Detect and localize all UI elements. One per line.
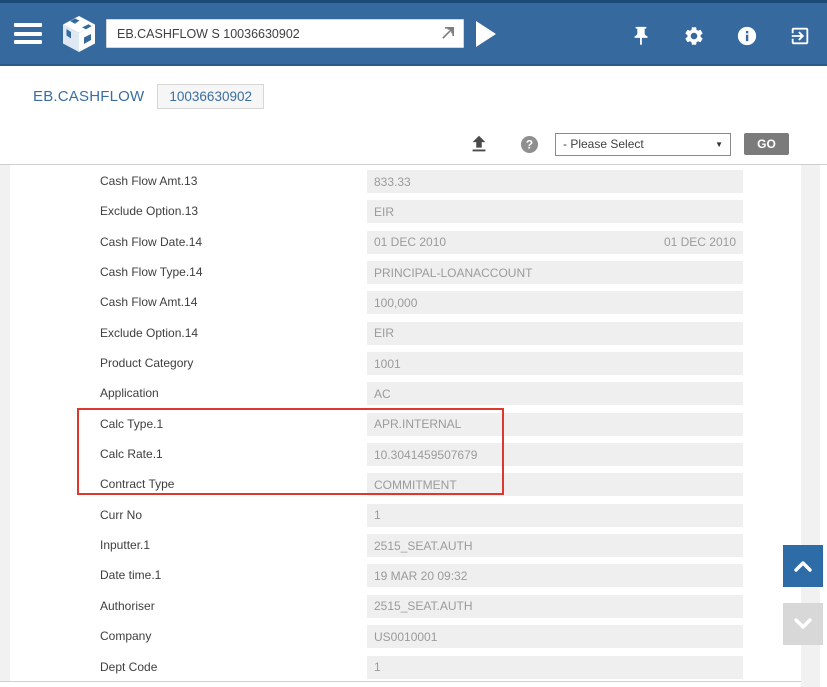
scroll-down-button[interactable] [783, 603, 823, 645]
field-value: 1 [374, 660, 381, 674]
field-value-cell: 1 [367, 656, 743, 679]
field-value: 10.3041459507679 [374, 448, 477, 462]
application-name: EB.CASHFLOW [33, 88, 144, 105]
field-value: 2515_SEAT.AUTH [374, 599, 473, 613]
record-toolbar: ? - Please Select ▼ GO [468, 131, 789, 157]
field-label: Dept Code [100, 656, 157, 679]
field-value: EIR [374, 326, 394, 340]
chevron-down-icon: ▼ [715, 140, 723, 149]
record-id-tab[interactable]: 10036630902 [157, 84, 264, 109]
action-select-value: - Please Select [563, 137, 644, 151]
field-row: Inputter.1 2515_SEAT.AUTH [0, 534, 801, 557]
field-label: Curr No [100, 504, 142, 527]
field-value-cell: 1 [367, 504, 743, 527]
field-label: Company [100, 625, 151, 648]
field-value-cell: 833.33 [367, 170, 743, 193]
field-value: EIR [374, 205, 394, 219]
field-value-cell: PRINCIPAL-LOANACCOUNT [367, 261, 743, 284]
header-action-icons [630, 3, 811, 69]
field-value-cell: 2515_SEAT.AUTH [367, 534, 743, 557]
breadcrumb: EB.CASHFLOW 10036630902 [33, 84, 264, 109]
field-table: Cash Flow Amt.13 833.33 Exclude Option.1… [0, 170, 801, 686]
field-row: Product Category 1001 [0, 352, 801, 375]
panel-top-border [0, 164, 827, 165]
field-row: Cash Flow Date.14 01 DEC 2010 01 DEC 201… [0, 231, 801, 254]
upload-icon[interactable] [468, 133, 490, 155]
field-value: 833.33 [374, 175, 411, 189]
field-value-cell: 10.3041459507679 [367, 443, 743, 466]
field-label: Date time.1 [100, 564, 161, 587]
field-row: Cash Flow Amt.14 100,000 [0, 291, 801, 314]
run-command-button[interactable] [476, 21, 496, 47]
field-row: Curr No 1 [0, 504, 801, 527]
field-row: Dept Code 1 [0, 656, 801, 679]
field-value: 2515_SEAT.AUTH [374, 539, 473, 553]
field-value-cell: COMMITMENT [367, 473, 743, 496]
field-value-cell: 1001 [367, 352, 743, 375]
field-row: Company US0010001 [0, 625, 801, 648]
field-label: Exclude Option.13 [100, 200, 198, 223]
field-row: Exclude Option.14 EIR [0, 322, 801, 345]
field-label: Calc Type.1 [100, 413, 163, 436]
field-row: Cash Flow Amt.13 833.33 [0, 170, 801, 193]
chevron-up-icon [794, 560, 812, 572]
field-value-right: 01 DEC 2010 [664, 235, 736, 249]
field-label: Calc Rate.1 [100, 443, 163, 466]
field-label: Inputter.1 [100, 534, 150, 557]
info-icon[interactable] [736, 25, 758, 47]
field-value-cell: 2515_SEAT.AUTH [367, 595, 743, 618]
top-header-bar [0, 0, 827, 66]
open-in-window-icon[interactable] [439, 24, 457, 42]
field-label: Authoriser [100, 595, 155, 618]
globe-cube-logo-icon [62, 15, 96, 53]
field-value: PRINCIPAL-LOANACCOUNT [374, 266, 532, 280]
field-value: APR.INTERNAL [374, 417, 461, 431]
command-search-box [106, 19, 464, 48]
field-row: Cash Flow Type.14 PRINCIPAL-LOANACCOUNT [0, 261, 801, 284]
field-value: 19 MAR 20 09:32 [374, 569, 467, 583]
field-value-cell: AC [367, 382, 743, 405]
hamburger-menu-icon[interactable] [14, 23, 42, 44]
gear-icon[interactable] [683, 25, 705, 47]
command-input[interactable] [106, 19, 464, 48]
field-label: Application [100, 382, 159, 405]
pushpin-icon[interactable] [630, 25, 652, 47]
field-row: Contract Type COMMITMENT [0, 473, 801, 496]
field-value-cell: EIR [367, 200, 743, 223]
field-label: Cash Flow Date.14 [100, 231, 202, 254]
field-value-cell: US0010001 [367, 625, 743, 648]
field-row: Calc Type.1 APR.INTERNAL [0, 413, 801, 436]
field-row: Application AC [0, 382, 801, 405]
svg-text:?: ? [526, 137, 533, 151]
field-value: 1001 [374, 357, 401, 371]
field-row: Calc Rate.1 10.3041459507679 [0, 443, 801, 466]
chevron-down-icon [794, 618, 812, 630]
go-button[interactable]: GO [744, 133, 789, 155]
scroll-up-button[interactable] [783, 545, 823, 587]
action-select[interactable]: - Please Select ▼ [555, 133, 731, 156]
field-value: 01 DEC 2010 [374, 235, 446, 249]
field-row: Authoriser 2515_SEAT.AUTH [0, 595, 801, 618]
field-value: 1 [374, 508, 381, 522]
field-value-cell: 01 DEC 2010 01 DEC 2010 [367, 231, 743, 254]
logout-icon[interactable] [789, 25, 811, 47]
field-label: Cash Flow Type.14 [100, 261, 203, 284]
field-label: Exclude Option.14 [100, 322, 198, 345]
field-label: Cash Flow Amt.14 [100, 291, 197, 314]
help-icon[interactable]: ? [520, 135, 539, 154]
field-value: COMMITMENT [374, 478, 457, 492]
field-label: Contract Type [100, 473, 174, 496]
field-label: Cash Flow Amt.13 [100, 170, 197, 193]
field-value-cell: EIR [367, 322, 743, 345]
field-row: Exclude Option.13 EIR [0, 200, 801, 223]
field-value: US0010001 [374, 630, 437, 644]
field-row: Date time.1 19 MAR 20 09:32 [0, 564, 801, 587]
field-value-cell: 100,000 [367, 291, 743, 314]
field-value-cell: 19 MAR 20 09:32 [367, 564, 743, 587]
field-value: AC [374, 387, 391, 401]
field-value: 100,000 [374, 296, 417, 310]
field-value-cell: APR.INTERNAL [367, 413, 743, 436]
field-label: Product Category [100, 352, 193, 375]
